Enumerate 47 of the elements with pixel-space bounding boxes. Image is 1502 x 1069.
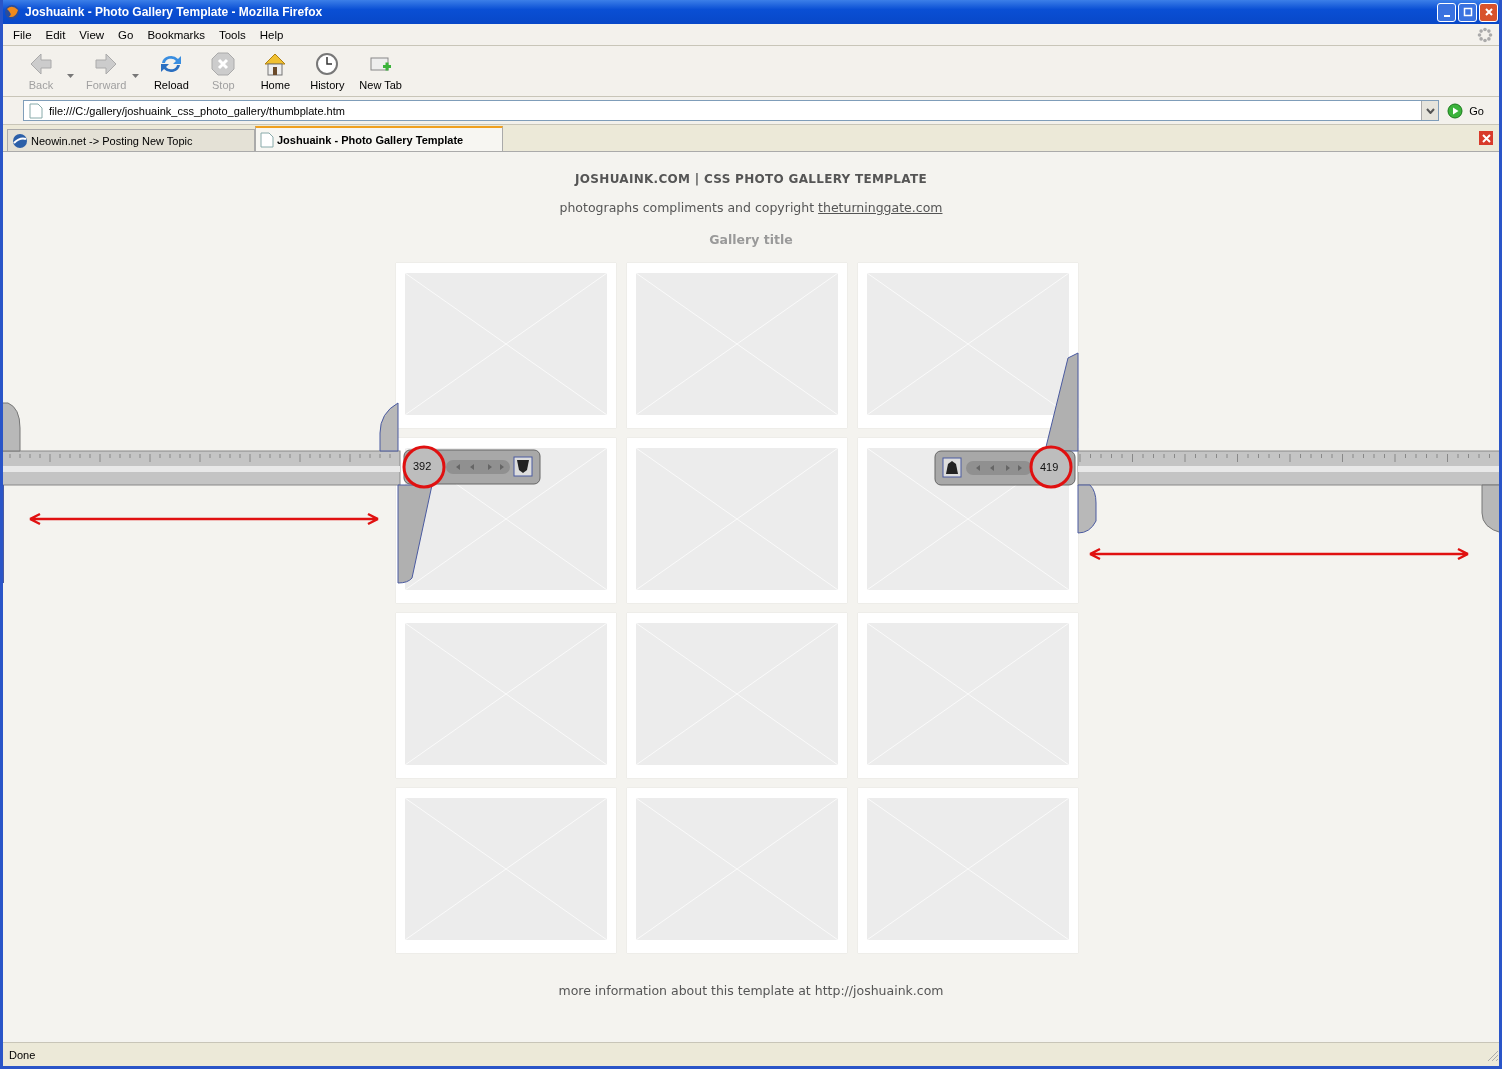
toolbar-button[interactable]: History: [301, 49, 354, 93]
toolbar-button[interactable]: Reload: [145, 49, 198, 93]
site-heading: JOSHUAINK.COM | CSS PHOTO GALLERY TEMPLATE: [575, 172, 927, 186]
close-icon: [1483, 7, 1494, 17]
dropdown-caret-icon[interactable]: [67, 74, 74, 78]
throbber-icon: [1477, 26, 1493, 43]
page-icon: [260, 131, 274, 148]
menu-item[interactable]: File: [6, 28, 39, 41]
play-icon: [1447, 102, 1464, 119]
menu-item[interactable]: Edit: [38, 28, 73, 41]
browser-logo-icon: [4, 4, 20, 20]
credit-link[interactable]: theturninggate.com: [818, 200, 943, 215]
menu-item[interactable]: Bookmarks: [140, 28, 212, 41]
left-arrow-icon: [28, 51, 54, 77]
maximize-icon: [1462, 7, 1473, 17]
clock-icon: [314, 51, 341, 77]
footer-text: more information about this template at http://joshuaink.com: [558, 983, 944, 998]
thumbnail-frame[interactable]: [396, 263, 616, 428]
history-dropdown-button[interactable]: [1421, 101, 1439, 120]
chevron-down-icon: [1425, 107, 1435, 114]
stop-icon: [210, 51, 237, 77]
page-icon: [29, 102, 43, 119]
gallery-title: Gallery title: [709, 232, 793, 247]
credit-text: photographs compliments and copyright: [559, 200, 815, 215]
caliper-reading: 419: [1040, 461, 1059, 473]
close-button[interactable]: [1479, 2, 1498, 22]
maximize-button[interactable]: [1458, 2, 1477, 22]
caliper-reading: 392: [413, 460, 432, 472]
menu-item[interactable]: Go: [111, 28, 141, 41]
minimize-button[interactable]: [1437, 2, 1456, 22]
close-icon: [1481, 133, 1491, 143]
toolbar-button[interactable]: New Tab: [353, 49, 408, 93]
minimize-icon: [1443, 15, 1450, 17]
close-tab-button[interactable]: [1479, 131, 1493, 145]
thumbnail-frame[interactable]: [858, 263, 1078, 428]
browser-tab[interactable]: Joshuaink - Photo Gallery Template: [255, 126, 503, 151]
dropdown-caret-icon[interactable]: [132, 74, 140, 78]
site-globe-icon: [12, 132, 28, 149]
toolbar-button[interactable]: Home: [249, 49, 302, 93]
go-button[interactable]: Go: [1447, 102, 1494, 119]
status-text: Done: [9, 1048, 36, 1061]
browser-tab[interactable]: Neowin.net -> Posting New Topic: [7, 129, 255, 151]
address-field[interactable]: file:///C:/gallery/joshuaink_css_photo_gallery/thumbplate.htm: [23, 100, 1440, 121]
menu-item[interactable]: View: [72, 28, 112, 41]
window-title: Joshuaink - Photo Gallery Template - Mozilla Firefox: [25, 5, 324, 19]
menu-item[interactable]: Tools: [211, 28, 253, 41]
menu-item[interactable]: Help: [252, 28, 291, 41]
